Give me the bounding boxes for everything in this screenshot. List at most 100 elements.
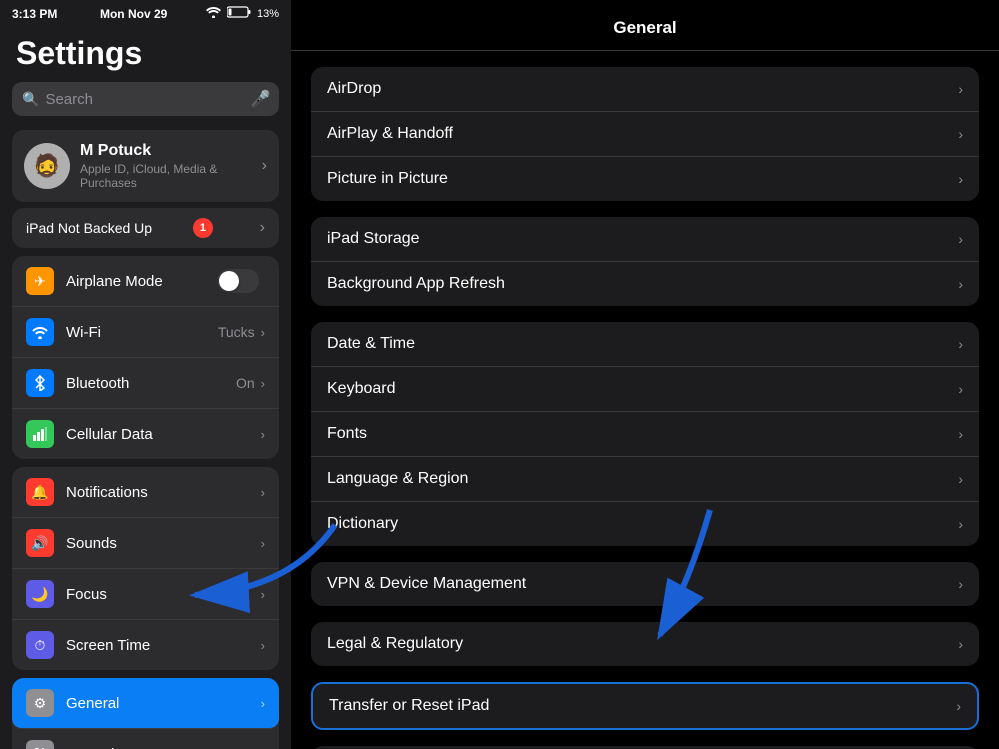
wifi-icon	[206, 6, 221, 21]
search-icon: 🔍	[22, 91, 39, 108]
language-label: Language & Region	[327, 470, 958, 488]
dictionary-row[interactable]: Dictionary ›	[311, 502, 979, 546]
status-right: 13%	[206, 6, 279, 21]
user-info: M Potuck Apple ID, iCloud, Media & Purch…	[80, 142, 252, 190]
sidebar-item-bluetooth[interactable]: Bluetooth On ›	[12, 358, 279, 409]
sidebar: 3:13 PM Mon Nov 29 13% Settings	[0, 0, 291, 749]
battery-percent: 13%	[257, 8, 279, 20]
battery-icon	[227, 6, 251, 21]
user-subtitle: Apple ID, iCloud, Media & Purchases	[80, 162, 252, 190]
legal-row[interactable]: Legal & Regulatory ›	[311, 622, 979, 666]
keyboard-row[interactable]: Keyboard ›	[311, 367, 979, 412]
screentime-label: Screen Time	[66, 637, 261, 654]
airplay-row[interactable]: AirPlay & Handoff ›	[311, 112, 979, 157]
airdrop-group: AirDrop › AirPlay & Handoff › Picture in…	[311, 67, 979, 201]
general-icon: ⚙	[26, 689, 54, 717]
transfer-label: Transfer or Reset iPad	[329, 697, 956, 715]
sounds-chevron-icon: ›	[261, 536, 265, 551]
sounds-icon: 🔊	[26, 529, 54, 557]
bluetooth-chevron-icon: ›	[261, 376, 265, 391]
fonts-chevron-icon: ›	[958, 426, 963, 442]
transfer-chevron-icon: ›	[956, 698, 961, 714]
bluetooth-icon	[26, 369, 54, 397]
user-profile[interactable]: 🧔 M Potuck Apple ID, iCloud, Media & Pur…	[12, 130, 279, 202]
sidebar-item-cellular[interactable]: Cellular Data ›	[12, 409, 279, 459]
airplane-label: Airplane Mode	[66, 273, 217, 290]
sidebar-item-controlcenter[interactable]: Control Center ›	[12, 729, 279, 749]
mic-icon: 🎤	[250, 89, 270, 109]
sidebar-item-focus[interactable]: 🌙 Focus ›	[12, 569, 279, 620]
vpn-group: VPN & Device Management ›	[311, 562, 979, 606]
fonts-row[interactable]: Fonts ›	[311, 412, 979, 457]
notifications-icon: 🔔	[26, 478, 54, 506]
status-time: 3:13 PM	[12, 7, 57, 21]
storage-group: iPad Storage › Background App Refresh ›	[311, 217, 979, 306]
backup-badge: 1	[193, 218, 213, 238]
search-input[interactable]	[45, 91, 244, 108]
transfer-group: Transfer or Reset iPad ›	[311, 682, 979, 730]
user-name: M Potuck	[80, 142, 252, 160]
datetime-chevron-icon: ›	[958, 336, 963, 352]
wifi-label: Wi-Fi	[66, 324, 218, 341]
notifications-label: Notifications	[66, 484, 261, 501]
airplay-label: AirPlay & Handoff	[327, 125, 958, 143]
dictionary-chevron-icon: ›	[958, 516, 963, 532]
airplane-toggle[interactable]	[217, 269, 259, 293]
legal-chevron-icon: ›	[958, 636, 963, 652]
transfer-row[interactable]: Transfer or Reset iPad ›	[313, 684, 977, 728]
notifications-group: 🔔 Notifications › 🔊 Sounds › 🌙 Focus ›	[12, 467, 279, 670]
vpn-row[interactable]: VPN & Device Management ›	[311, 562, 979, 606]
airdrop-row[interactable]: AirDrop ›	[311, 67, 979, 112]
user-chevron-icon: ›	[262, 157, 267, 175]
search-bar[interactable]: 🔍 🎤	[12, 82, 279, 116]
screentime-chevron-icon: ›	[261, 638, 265, 653]
status-bar: 3:13 PM Mon Nov 29 13%	[0, 0, 291, 27]
picture-chevron-icon: ›	[958, 171, 963, 187]
notifications-chevron-icon: ›	[261, 485, 265, 500]
airplane-icon: ✈	[26, 267, 54, 295]
vpn-label: VPN & Device Management	[327, 575, 958, 593]
bgrefresh-row[interactable]: Background App Refresh ›	[311, 262, 979, 306]
language-row[interactable]: Language & Region ›	[311, 457, 979, 502]
focus-label: Focus	[66, 586, 261, 603]
backup-left: iPad Not Backed Up	[26, 220, 152, 236]
backup-warning[interactable]: iPad Not Backed Up 1 ›	[12, 208, 279, 248]
system-group: ⚙ General › Control Center › ☀ Display &…	[12, 678, 279, 749]
keyboard-label: Keyboard	[327, 380, 958, 398]
fonts-label: Fonts	[327, 425, 958, 443]
sidebar-item-wifi[interactable]: Wi-Fi Tucks ›	[12, 307, 279, 358]
datetime-row[interactable]: Date & Time ›	[311, 322, 979, 367]
cellular-icon	[26, 420, 54, 448]
picture-row[interactable]: Picture in Picture ›	[311, 157, 979, 201]
datetime-group: Date & Time › Keyboard › Fonts › Languag…	[311, 322, 979, 546]
sounds-label: Sounds	[66, 535, 261, 552]
backup-chevron-icon: ›	[260, 219, 265, 237]
general-label: General	[66, 695, 261, 712]
sidebar-item-sounds[interactable]: 🔊 Sounds ›	[12, 518, 279, 569]
main-content: General AirDrop › AirPlay & Handoff › Pi…	[291, 0, 999, 749]
focus-chevron-icon: ›	[261, 587, 265, 602]
sidebar-item-notifications[interactable]: 🔔 Notifications ›	[12, 467, 279, 518]
legal-label: Legal & Regulatory	[327, 635, 958, 653]
storage-row[interactable]: iPad Storage ›	[311, 217, 979, 262]
dictionary-label: Dictionary	[327, 515, 958, 533]
sidebar-item-airplane[interactable]: ✈ Airplane Mode	[12, 256, 279, 307]
bgrefresh-chevron-icon: ›	[958, 276, 963, 292]
airdrop-label: AirDrop	[327, 80, 958, 98]
controlcenter-label: Control Center	[66, 746, 261, 749]
language-chevron-icon: ›	[958, 471, 963, 487]
bluetooth-label: Bluetooth	[66, 375, 236, 392]
controlcenter-icon	[26, 740, 54, 749]
sidebar-item-general[interactable]: ⚙ General ›	[12, 678, 279, 729]
toggle-thumb	[219, 271, 239, 291]
sidebar-content: 🧔 M Potuck Apple ID, iCloud, Media & Pur…	[0, 126, 291, 749]
screentime-icon: ⏱	[26, 631, 54, 659]
sidebar-item-screentime[interactable]: ⏱ Screen Time ›	[12, 620, 279, 670]
status-date: Mon Nov 29	[100, 7, 167, 21]
connectivity-group: ✈ Airplane Mode Wi-Fi Tucks ›	[12, 256, 279, 459]
wifi-chevron-icon: ›	[261, 325, 265, 340]
cellular-chevron-icon: ›	[261, 427, 265, 442]
settings-title: Settings	[0, 27, 291, 82]
picture-label: Picture in Picture	[327, 170, 958, 188]
legal-group: Legal & Regulatory ›	[311, 622, 979, 666]
